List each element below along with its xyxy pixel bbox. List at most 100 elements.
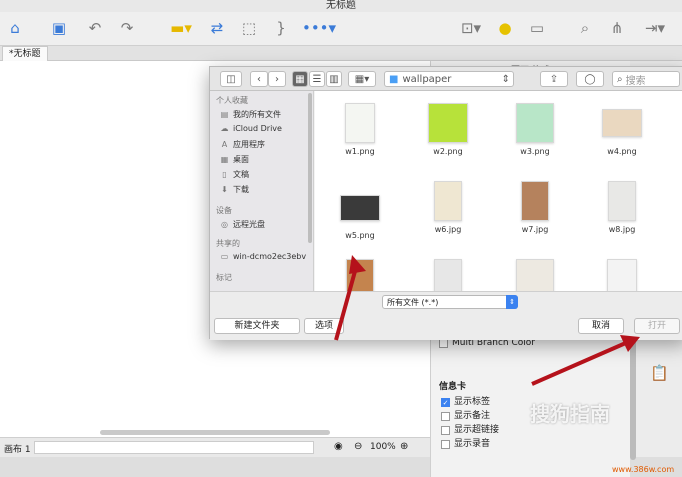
status-bar: 画布 1 ◉ ⊖ 100% ⊕ bbox=[0, 437, 430, 457]
search-field[interactable]: ⌕ 搜索 bbox=[612, 71, 680, 87]
tag-icon[interactable]: ◯ bbox=[576, 71, 604, 87]
sidebar-toggle-icon[interactable]: ◫ bbox=[220, 71, 242, 87]
file-thumbnail bbox=[345, 103, 375, 143]
location-label: wallpaper bbox=[402, 73, 452, 85]
presentation-icon[interactable]: ⊡▾ bbox=[456, 16, 486, 40]
show-audio-option[interactable]: 显示录音 bbox=[441, 437, 499, 451]
disc-icon: ◎ bbox=[221, 220, 228, 229]
document-icon: ▯ bbox=[222, 170, 227, 179]
canvas-label[interactable]: 画布 1 bbox=[4, 442, 31, 455]
panel-scrollbar[interactable] bbox=[630, 330, 636, 460]
sidebar-item-downloads[interactable]: ⬇ 下载 bbox=[220, 184, 249, 195]
devices-header: 设备 bbox=[216, 206, 232, 215]
search-icon: ⌕ bbox=[617, 73, 623, 85]
icon-view-icon[interactable]: ▦ bbox=[292, 71, 308, 87]
panel-icon[interactable]: ▭ bbox=[526, 16, 548, 40]
file-item[interactable]: w8.jpg bbox=[579, 181, 665, 234]
idea-bulb-icon[interactable]: ● bbox=[494, 16, 516, 40]
watermark-site: www.386w.com bbox=[612, 465, 675, 474]
relationship-icon[interactable]: ⇄ bbox=[206, 16, 228, 40]
checkbox-checked[interactable]: ✓ bbox=[441, 397, 450, 407]
shared-header: 共享的 bbox=[216, 239, 240, 248]
file-item[interactable] bbox=[405, 259, 491, 291]
search-icon[interactable]: ⌕ bbox=[574, 16, 596, 40]
show-label-option[interactable]: ✓ 显示标签 bbox=[441, 395, 499, 409]
file-item[interactable]: w1.png bbox=[317, 103, 403, 156]
desktop-icon: ▦ bbox=[220, 155, 229, 164]
undo-icon[interactable]: ↶ bbox=[84, 16, 106, 40]
share-icon[interactable]: ⋔ bbox=[606, 16, 628, 40]
document-tabbar: *无标题 bbox=[0, 46, 682, 61]
eye-icon[interactable]: ◉ bbox=[334, 441, 343, 452]
summary-icon[interactable]: } bbox=[270, 16, 292, 40]
favorites-header: 个人收藏 bbox=[216, 96, 248, 105]
horizontal-scrollbar[interactable] bbox=[100, 430, 330, 435]
sidebar-item-label: 应用程序 bbox=[233, 140, 265, 149]
file-item[interactable]: w2.png bbox=[405, 103, 491, 156]
column-view-icon[interactable]: ▥ bbox=[326, 71, 342, 87]
redo-icon[interactable]: ↷ bbox=[116, 16, 138, 40]
save-icon[interactable]: ▣ bbox=[48, 16, 70, 40]
file-type-bar: 所有文件 (*.*) ⇕ bbox=[210, 291, 682, 311]
file-item[interactable] bbox=[317, 259, 403, 291]
clipboard-icon[interactable]: 📋 bbox=[650, 364, 669, 382]
sidebar-item-shared-host[interactable]: ▭ win-dcmo2ec3ebv bbox=[220, 252, 306, 261]
sidebar-item-remote-disc[interactable]: ◎ 远程光盘 bbox=[220, 219, 265, 230]
sidebar-item-all-files[interactable]: ▤ 我的所有文件 bbox=[220, 109, 281, 120]
info-card-options: ✓ 显示标签 显示备注 显示超链接 显示录音 bbox=[441, 395, 499, 451]
chevron-down-icon: ⇕ bbox=[501, 73, 510, 85]
file-thumbnail bbox=[428, 103, 468, 143]
file-name: w1.png bbox=[345, 147, 375, 156]
sidebar-item-label: 我的所有文件 bbox=[233, 110, 281, 119]
new-folder-button[interactable]: 新建文件夹 bbox=[214, 318, 300, 334]
file-thumbnail bbox=[602, 109, 642, 137]
show-link-option[interactable]: 显示超链接 bbox=[441, 423, 499, 437]
checkbox[interactable] bbox=[441, 439, 450, 449]
file-thumbnail bbox=[346, 259, 374, 291]
open-button[interactable]: 打开 bbox=[634, 318, 680, 334]
topic-style-icon[interactable]: ▬▾ bbox=[166, 16, 196, 40]
location-popup[interactable]: ■ wallpaper ⇕ bbox=[384, 71, 514, 87]
list-view-icon[interactable]: ☰ bbox=[309, 71, 325, 87]
file-thumbnail bbox=[516, 103, 554, 143]
show-note-option[interactable]: 显示备注 bbox=[441, 409, 499, 423]
file-item[interactable]: w6.jpg bbox=[405, 181, 491, 234]
sidebar-item-label: 文稿 bbox=[233, 170, 249, 179]
share-icon[interactable]: ⇪ bbox=[540, 71, 568, 87]
file-name: w8.jpg bbox=[608, 225, 636, 234]
file-item[interactable]: w5.png bbox=[317, 187, 403, 240]
checkbox[interactable] bbox=[441, 425, 450, 435]
chevron-updown-icon: ⇕ bbox=[506, 295, 518, 309]
file-item[interactable]: w4.png bbox=[579, 109, 665, 156]
sheet-tab-strip bbox=[34, 441, 314, 454]
file-type-select[interactable]: 所有文件 (*.*) ⇕ bbox=[382, 295, 518, 309]
main-toolbar: ⌂ ▣ ↶ ↷ ▬▾ ⇄ ⬚ } •••▾ ⊡▾ ● ▭ ⌕ ⋔ ⇥▾ bbox=[0, 12, 682, 46]
options-button[interactable]: 选项 bbox=[304, 318, 344, 334]
file-thumbnail bbox=[434, 181, 462, 221]
zoom-in-icon[interactable]: ⊕ bbox=[400, 441, 408, 452]
forward-icon[interactable]: › bbox=[268, 71, 286, 87]
file-item[interactable]: w3.png bbox=[492, 103, 578, 156]
zoom-out-icon[interactable]: ⊖ bbox=[354, 441, 362, 452]
arrange-icon[interactable]: ▦▾ bbox=[348, 71, 376, 87]
sidebar-item-desktop[interactable]: ▦ 桌面 bbox=[220, 154, 249, 165]
sidebar-item-applications[interactable]: A 应用程序 bbox=[220, 139, 265, 150]
back-icon[interactable]: ‹ bbox=[250, 71, 268, 87]
dialog-sidebar: 个人收藏 ▤ 我的所有文件 ☁ iCloud Drive A 应用程序 ▦ 桌面 ▯ 文稿… bbox=[210, 91, 314, 291]
cancel-button[interactable]: 取消 bbox=[578, 318, 624, 334]
file-item[interactable] bbox=[492, 259, 578, 291]
boundary-icon[interactable]: ⬚ bbox=[238, 16, 260, 40]
sidebar-item-documents[interactable]: ▯ 文稿 bbox=[220, 169, 249, 180]
open-file-dialog: ◫ ‹ › ▦ ☰ ▥ ▦▾ ■ wallpaper ⇕ ⇪ ◯ ⌕ 搜索 个人… bbox=[209, 66, 682, 340]
checkbox[interactable] bbox=[441, 411, 450, 421]
export-icon[interactable]: ⇥▾ bbox=[640, 16, 670, 40]
file-item[interactable] bbox=[579, 259, 665, 291]
tab-document[interactable]: *无标题 bbox=[2, 46, 48, 61]
window-title: 无标题 bbox=[0, 0, 682, 12]
sidebar-scrollbar[interactable] bbox=[308, 93, 312, 243]
more-icon[interactable]: •••▾ bbox=[302, 16, 336, 40]
home-icon[interactable]: ⌂ bbox=[4, 16, 26, 40]
sidebar-item-icloud[interactable]: ☁ iCloud Drive bbox=[220, 124, 282, 133]
option-label: 显示标签 bbox=[454, 397, 491, 407]
file-item[interactable]: w7.jpg bbox=[492, 181, 578, 234]
